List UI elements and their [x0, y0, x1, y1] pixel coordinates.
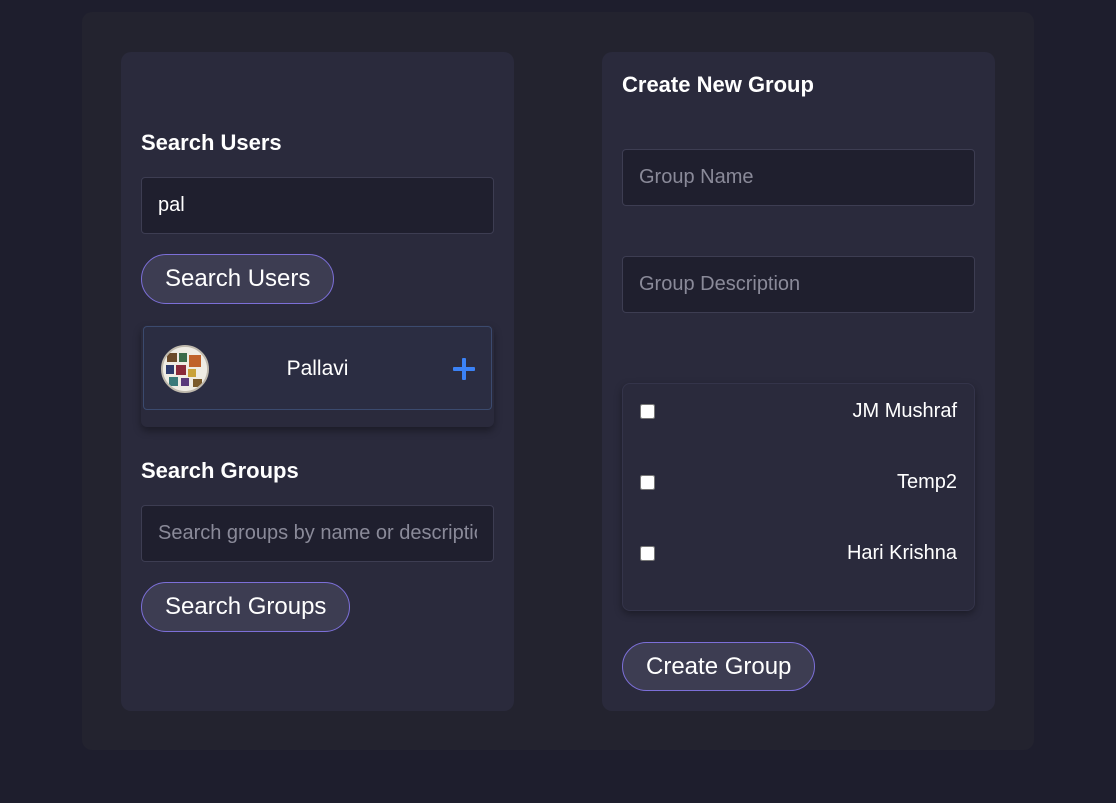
- member-name: Hari Krishna: [846, 542, 957, 564]
- member-item: JM Mushraf: [623, 397, 974, 427]
- member-checkbox[interactable]: [640, 475, 655, 490]
- search-users-button[interactable]: Search Users: [141, 254, 335, 304]
- user-results-list: Pallavi: [141, 325, 494, 427]
- user-result-item[interactable]: Pallavi: [143, 326, 492, 410]
- group-name-input[interactable]: [622, 149, 975, 206]
- plus-icon[interactable]: [451, 356, 477, 382]
- search-groups-button[interactable]: Search Groups: [141, 582, 351, 632]
- member-checkbox[interactable]: [640, 546, 655, 561]
- search-groups-input[interactable]: [141, 505, 494, 562]
- member-checkbox[interactable]: [640, 404, 655, 419]
- search-groups-heading: Search Groups: [141, 458, 299, 483]
- member-checklist: JM Mushraf Temp2 Hari Krishna: [622, 383, 975, 611]
- member-name: JM Mushraf: [852, 400, 957, 422]
- user-result-name: Pallavi: [286, 357, 349, 380]
- search-users-input[interactable]: [141, 177, 494, 234]
- member-item: Hari Krishna: [623, 539, 974, 569]
- create-group-button[interactable]: Create Group: [622, 642, 816, 691]
- group-description-input[interactable]: [622, 256, 975, 313]
- member-name: Temp2: [896, 471, 957, 493]
- search-users-heading: Search Users: [141, 130, 282, 155]
- create-group-heading: Create New Group: [622, 72, 814, 97]
- create-group-panel: Create New Group JM Mushraf Temp2 Hari K…: [602, 52, 995, 711]
- member-item: Temp2: [623, 468, 974, 498]
- main-container: Search Users Search Users: [82, 12, 1034, 750]
- search-panel: Search Users Search Users: [121, 52, 514, 711]
